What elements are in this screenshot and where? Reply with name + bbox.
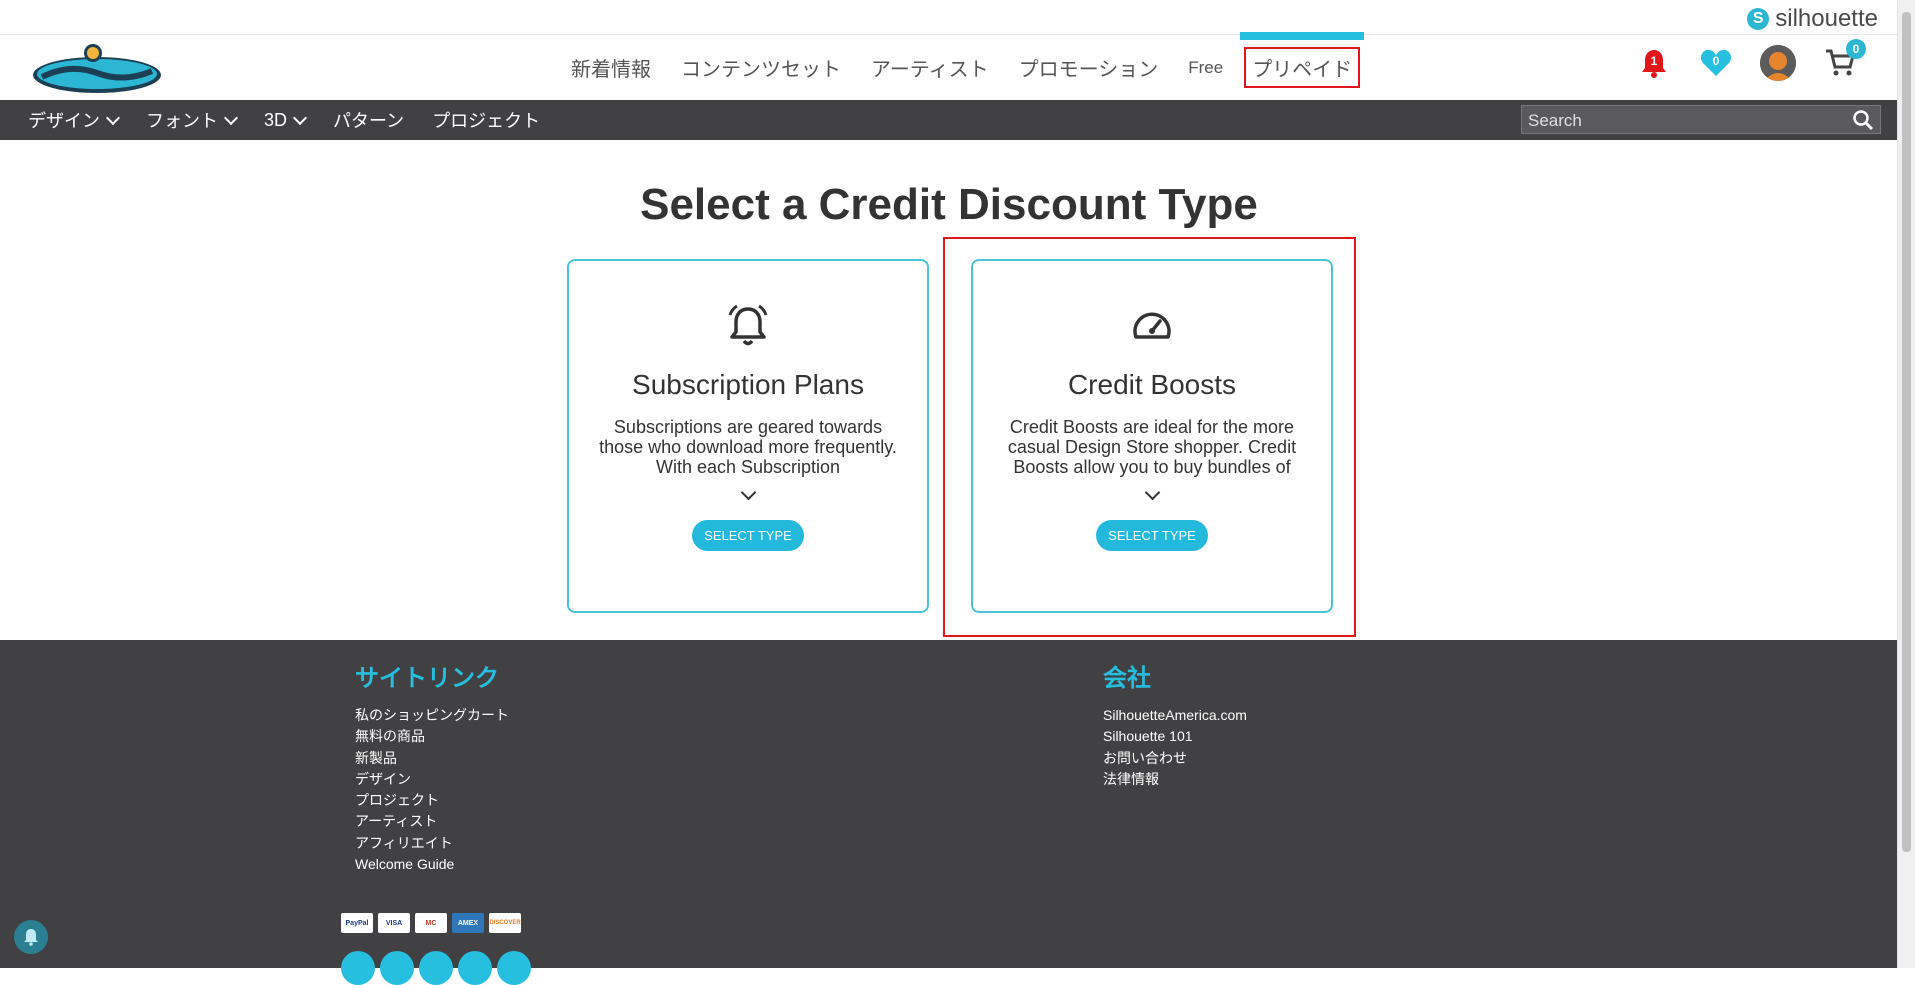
footer-link[interactable]: 無料の商品 — [355, 726, 509, 747]
nav-promotions[interactable]: プロモーション — [1004, 53, 1174, 82]
favorites-button[interactable]: 0 — [1698, 45, 1734, 81]
main-header: 新着情報 コンテンツセット アーティスト プロモーション Free プリペイド … — [0, 32, 1898, 100]
footer-link[interactable]: 法律情報 — [1103, 769, 1247, 790]
main-nav: 新着情報 コンテンツセット アーティスト プロモーション Free プリペイド — [556, 32, 1365, 100]
facebook-icon[interactable] — [341, 951, 375, 985]
search-box — [1521, 105, 1881, 136]
footer-sitelinks-title: サイトリンク — [355, 665, 499, 692]
site-footer: サイトリンク 私のショッピングカート 無料の商品 新製品 デザイン プロジェクト… — [0, 640, 1898, 985]
payment-methods: PayPal VISA MC AMEX DISCOVER — [341, 913, 521, 933]
favorites-count: 0 — [1712, 54, 1720, 68]
cart-count: 0 — [1846, 39, 1866, 59]
footer-link[interactable]: SilhouetteAmerica.com — [1103, 705, 1247, 726]
nav-new[interactable]: 新着情報 — [556, 53, 666, 82]
scrollbar-thumb[interactable] — [1902, 12, 1911, 852]
footer-link[interactable]: デザイン — [355, 769, 509, 790]
footer-link[interactable]: お問い合わせ — [1103, 748, 1247, 769]
nav-artists[interactable]: アーティスト — [856, 53, 1004, 82]
select-type-button[interactable]: SELECT TYPE — [692, 520, 804, 551]
footer-link[interactable]: Silhouette 101 — [1103, 726, 1247, 747]
youtube-icon[interactable] — [497, 951, 531, 985]
user-avatar[interactable] — [1760, 45, 1796, 81]
footer-link[interactable]: アフィリエイト — [355, 833, 509, 854]
notifications-count: 1 — [1650, 54, 1658, 68]
category-fonts[interactable]: フォント — [146, 107, 239, 133]
category-projects-label: プロジェクト — [432, 111, 541, 131]
expand-chevron-icon[interactable] — [740, 484, 756, 501]
category-designs[interactable]: デザイン — [28, 107, 121, 133]
header-icons: 1 0 0 — [1636, 39, 1866, 81]
category-projects[interactable]: プロジェクト — [432, 107, 540, 133]
instagram-icon[interactable] — [458, 951, 492, 985]
card-title: Subscription Plans — [632, 369, 864, 400]
category-nav: デザイン フォント 3D パターン プロジェクト — [0, 100, 1898, 140]
chevron-down-icon — [223, 110, 239, 125]
bell-icon — [24, 929, 38, 946]
subscription-plans-card: Subscription Plans Subscriptions are gea… — [567, 259, 929, 613]
design-store-logo-icon — [33, 44, 161, 93]
notifications-button[interactable]: 1 — [1636, 45, 1672, 81]
silhouette-brand-link[interactable]: S silhouette — [1747, 5, 1878, 33]
silhouette-logo-icon: S — [1747, 8, 1770, 30]
footer-link[interactable]: プロジェクト — [355, 790, 509, 811]
category-3d[interactable]: 3D — [264, 109, 308, 131]
footer-link[interactable]: 私のショッピングカート — [355, 705, 509, 726]
card-icon — [569, 301, 927, 349]
highlight-box — [943, 237, 1356, 637]
bell-icon — [728, 304, 768, 346]
twitter-icon[interactable] — [380, 951, 414, 985]
search-button[interactable] — [1852, 109, 1874, 136]
category-patterns-label: パターン — [333, 111, 405, 131]
visa-icon: VISA — [378, 913, 410, 933]
nav-prepaid[interactable]: プリペイド — [1240, 32, 1365, 88]
paypal-icon: PayPal — [341, 913, 373, 933]
category-designs-label: デザイン — [28, 111, 100, 131]
avatar-icon — [1760, 45, 1796, 81]
discover-icon: DISCOVER — [489, 913, 521, 933]
social-links — [341, 951, 531, 985]
page-title: Select a Credit Discount Type — [640, 180, 1258, 229]
category-3d-label: 3D — [264, 109, 288, 130]
search-input[interactable] — [1526, 106, 1840, 135]
chevron-down-icon — [292, 110, 308, 125]
amex-icon: AMEX — [452, 913, 484, 933]
category-patterns[interactable]: パターン — [333, 107, 404, 133]
page-scrollbar[interactable] — [1897, 0, 1915, 968]
cart-button[interactable]: 0 — [1822, 39, 1866, 81]
chat-notification-button[interactable] — [14, 920, 48, 954]
pinterest-icon[interactable] — [419, 951, 453, 985]
chevron-down-icon — [105, 110, 121, 125]
category-fonts-label: フォント — [146, 111, 218, 131]
design-store-logo[interactable] — [30, 43, 165, 98]
brand-bar: S silhouette — [0, 0, 1898, 35]
footer-link[interactable]: アーティスト — [355, 811, 509, 832]
footer-link[interactable]: 新製品 — [355, 748, 509, 769]
nav-content-sets[interactable]: コンテンツセット — [666, 53, 856, 82]
nav-free[interactable]: Free — [1173, 58, 1238, 78]
footer-company-title: 会社 — [1103, 665, 1151, 692]
footer-sitelinks: サイトリンク 私のショッピングカート 無料の商品 新製品 デザイン プロジェクト… — [355, 658, 509, 875]
silhouette-label: silhouette — [1775, 5, 1878, 32]
footer-company: 会社 SilhouetteAmerica.com Silhouette 101 … — [1103, 658, 1247, 790]
mastercard-icon: MC — [415, 913, 447, 933]
card-description: Subscriptions are geared towards those w… — [599, 417, 897, 477]
footer-link[interactable]: Welcome Guide — [355, 854, 509, 875]
search-icon — [1853, 110, 1874, 131]
